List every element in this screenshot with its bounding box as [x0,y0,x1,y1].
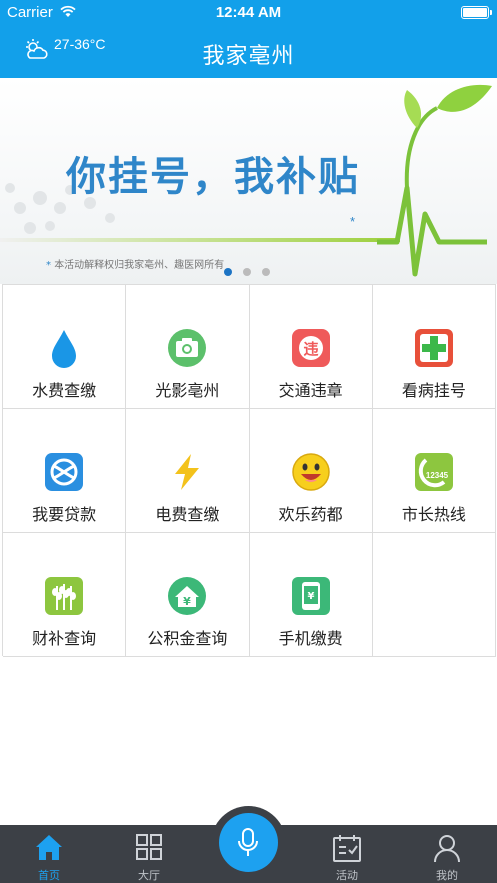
service-label: 手机缴费 [278,629,343,648]
banner-caption-text: 本活动解释权归我家亳州、趣医网所有 [54,260,225,271]
services-grid: 水费查缴 光影亳州 违 交通违章 看病挂号 我要贷款 电费查缴 欢乐药都 123… [2,284,496,657]
app-header: Carrier 12:44 AM 27-36°C 我家亳州 [0,0,497,78]
service-loan[interactable]: 我要贷款 [3,409,127,533]
home-icon [36,835,62,860]
banner-stripe [0,238,400,242]
service-label: 欢乐药都 [278,505,343,524]
service-photo-bozhou[interactable]: 光影亳州 [126,285,250,409]
microphone-icon [238,828,258,856]
service-empty-slot [372,533,496,657]
banner-pager[interactable] [224,268,270,276]
banner-headline: 你挂号，我补贴 [66,154,360,200]
svg-text:¥: ¥ [184,595,192,608]
service-medical-appointment[interactable]: 看病挂号 [372,285,496,409]
grid-icon [136,834,162,860]
lightning-icon [175,454,200,490]
svg-text:违: 违 [303,340,318,358]
tab-hall[interactable]: 大厅 [104,825,194,883]
service-label: 电费查缴 [155,505,220,524]
service-label: 公积金查询 [147,629,228,648]
wheat-icon [45,577,84,615]
voice-button[interactable] [219,813,278,872]
svg-text:¥: ¥ [307,591,314,602]
tab-label: 我的 [436,869,458,882]
status-time: 12:44 AM [215,4,282,21]
promo-banner[interactable]: 你挂号，我补贴 * * 本活动解释权归我家亳州、趣医网所有 [0,78,497,284]
pager-dot-active[interactable] [224,268,232,276]
service-mayor-hotline[interactable]: 12345 市长热线 [372,409,496,533]
service-label: 财补查询 [32,629,97,648]
medical-cross-icon [414,329,453,367]
smiley-icon [291,453,330,491]
service-mobile-payment[interactable]: ¥ 手机缴费 [249,533,373,657]
service-housing-fund-query[interactable]: ¥ 公积金查询 [126,533,250,657]
status-bar: Carrier 12:44 AM [0,0,497,26]
calendar-icon [333,835,361,862]
hotline-12345-icon: 12345 [414,453,453,491]
service-label: 光影亳州 [155,381,220,400]
camera-icon [168,329,207,367]
tab-label: 活动 [336,869,358,882]
banner-caption: * 本活动解释权归我家亳州、趣医网所有 [46,256,224,271]
service-label: 水费查缴 [32,381,97,400]
housing-fund-icon: ¥ [168,577,207,615]
phone-payment-icon: ¥ [291,577,330,615]
banner-star-mark: * [350,214,356,229]
heartbeat-leaf-graphic [377,84,492,277]
tab-mine[interactable]: 我的 [402,825,492,883]
pager-dot[interactable] [262,268,270,276]
traffic-violation-icon: 违 [291,329,330,367]
tab-activity[interactable]: 活动 [302,825,392,883]
water-drop-icon [52,330,77,368]
tab-label: 大厅 [138,869,160,882]
pager-dot[interactable] [243,268,251,276]
svg-text:12345: 12345 [426,471,449,480]
service-label: 我要贷款 [32,505,97,524]
battery-icon [461,6,492,19]
service-electricity-bill[interactable]: 电费查缴 [126,409,250,533]
service-label: 看病挂号 [401,381,466,400]
loan-icon [45,453,84,491]
service-label: 市长热线 [401,505,466,524]
service-label: 交通违章 [278,381,343,400]
service-subsidy-query[interactable]: 财补查询 [3,533,127,657]
user-icon [434,835,460,863]
page-title: 我家亳州 [202,44,295,69]
tab-home[interactable]: 首页 [4,825,94,883]
service-happy-medicine-capital[interactable]: 欢乐药都 [249,409,373,533]
service-traffic-violation[interactable]: 违 交通违章 [249,285,373,409]
service-water-bill[interactable]: 水费查缴 [3,285,127,409]
tab-label: 首页 [38,869,60,882]
banner-caption-star: * [46,260,55,271]
